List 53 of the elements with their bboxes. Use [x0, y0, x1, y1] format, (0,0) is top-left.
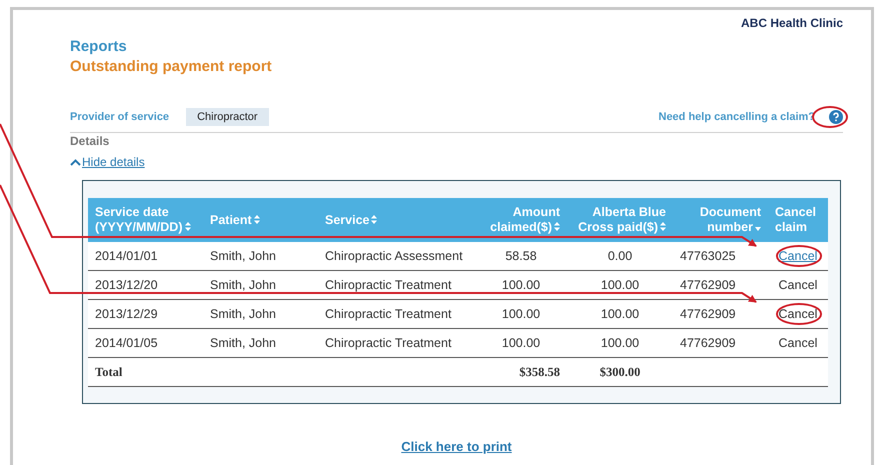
- sort-icon[interactable]: [184, 222, 190, 231]
- cancel-text: Cancel: [778, 278, 818, 292]
- clinic-name: ABC Health Clinic: [740, 16, 843, 30]
- help-icon[interactable]: [829, 110, 843, 124]
- table-cell: 2014/01/05: [88, 328, 203, 358]
- total-label: Total: [88, 358, 203, 386]
- table-cell: Chiropractic Treatment: [318, 328, 475, 358]
- table-cell: Smith, John: [203, 242, 318, 270]
- table-cell: 47762909: [673, 270, 768, 300]
- table-cell: 100.00: [567, 270, 673, 300]
- sort-icon[interactable]: [254, 214, 260, 224]
- sort-descending-icon[interactable]: [755, 227, 761, 231]
- table-cell: Smith, John: [203, 300, 318, 328]
- table-cell: 58.58: [475, 242, 567, 270]
- details-heading: Details: [70, 134, 110, 148]
- sort-icon[interactable]: [660, 222, 666, 231]
- table-cell: Smith, John: [203, 328, 318, 358]
- table-cell: Chiropractic Assessment: [318, 242, 475, 270]
- table-cell: 100.00: [567, 328, 673, 358]
- table-cell: Smith, John: [203, 270, 318, 300]
- table-cell: 47762909: [673, 328, 768, 358]
- table-cell: 47763025: [673, 242, 768, 270]
- column-header[interactable]: Alberta Blue Cross paid($): [567, 198, 673, 242]
- hide-details-link[interactable]: Hide details: [70, 155, 145, 169]
- provider-value: Chiropractor: [186, 108, 269, 126]
- column-header[interactable]: Service date (YYYY/MM/DD): [88, 198, 203, 242]
- section-heading: Reports: [70, 38, 127, 55]
- sort-icon[interactable]: [554, 222, 560, 231]
- table-cell: 2013/12/29: [88, 300, 203, 328]
- total-amount: $358.58: [475, 358, 567, 386]
- cancel-text: Cancel: [778, 307, 818, 321]
- page-title: Outstanding payment report: [70, 58, 272, 75]
- table-cell: 2014/01/01: [88, 242, 203, 270]
- chevron-icon: [70, 158, 81, 166]
- column-header: Cancel claim: [768, 198, 828, 242]
- sort-icon[interactable]: [371, 214, 378, 224]
- cancel-text: Cancel: [778, 336, 818, 350]
- total-paid: $300.00: [567, 358, 673, 386]
- table-cell: 100.00: [475, 300, 567, 328]
- table-cell: 100.00: [567, 300, 673, 328]
- table-cell: 47762909: [673, 300, 768, 328]
- table-cell: 100.00: [475, 270, 567, 300]
- table-cell: Chiropractic Treatment: [318, 270, 475, 300]
- table-cell: 2013/12/20: [88, 270, 203, 300]
- table-cell: 100.00: [475, 328, 567, 358]
- table-cell: 0.00: [567, 242, 673, 270]
- table-cell: Chiropractic Treatment: [318, 300, 475, 328]
- column-header[interactable]: Amount claimed($): [475, 198, 567, 242]
- column-header[interactable]: Service: [318, 198, 475, 242]
- print-link[interactable]: Click here to print: [401, 439, 512, 454]
- column-header[interactable]: Document number: [673, 198, 768, 242]
- column-header[interactable]: Patient: [203, 198, 318, 242]
- provider-label: Provider of service: [70, 111, 170, 123]
